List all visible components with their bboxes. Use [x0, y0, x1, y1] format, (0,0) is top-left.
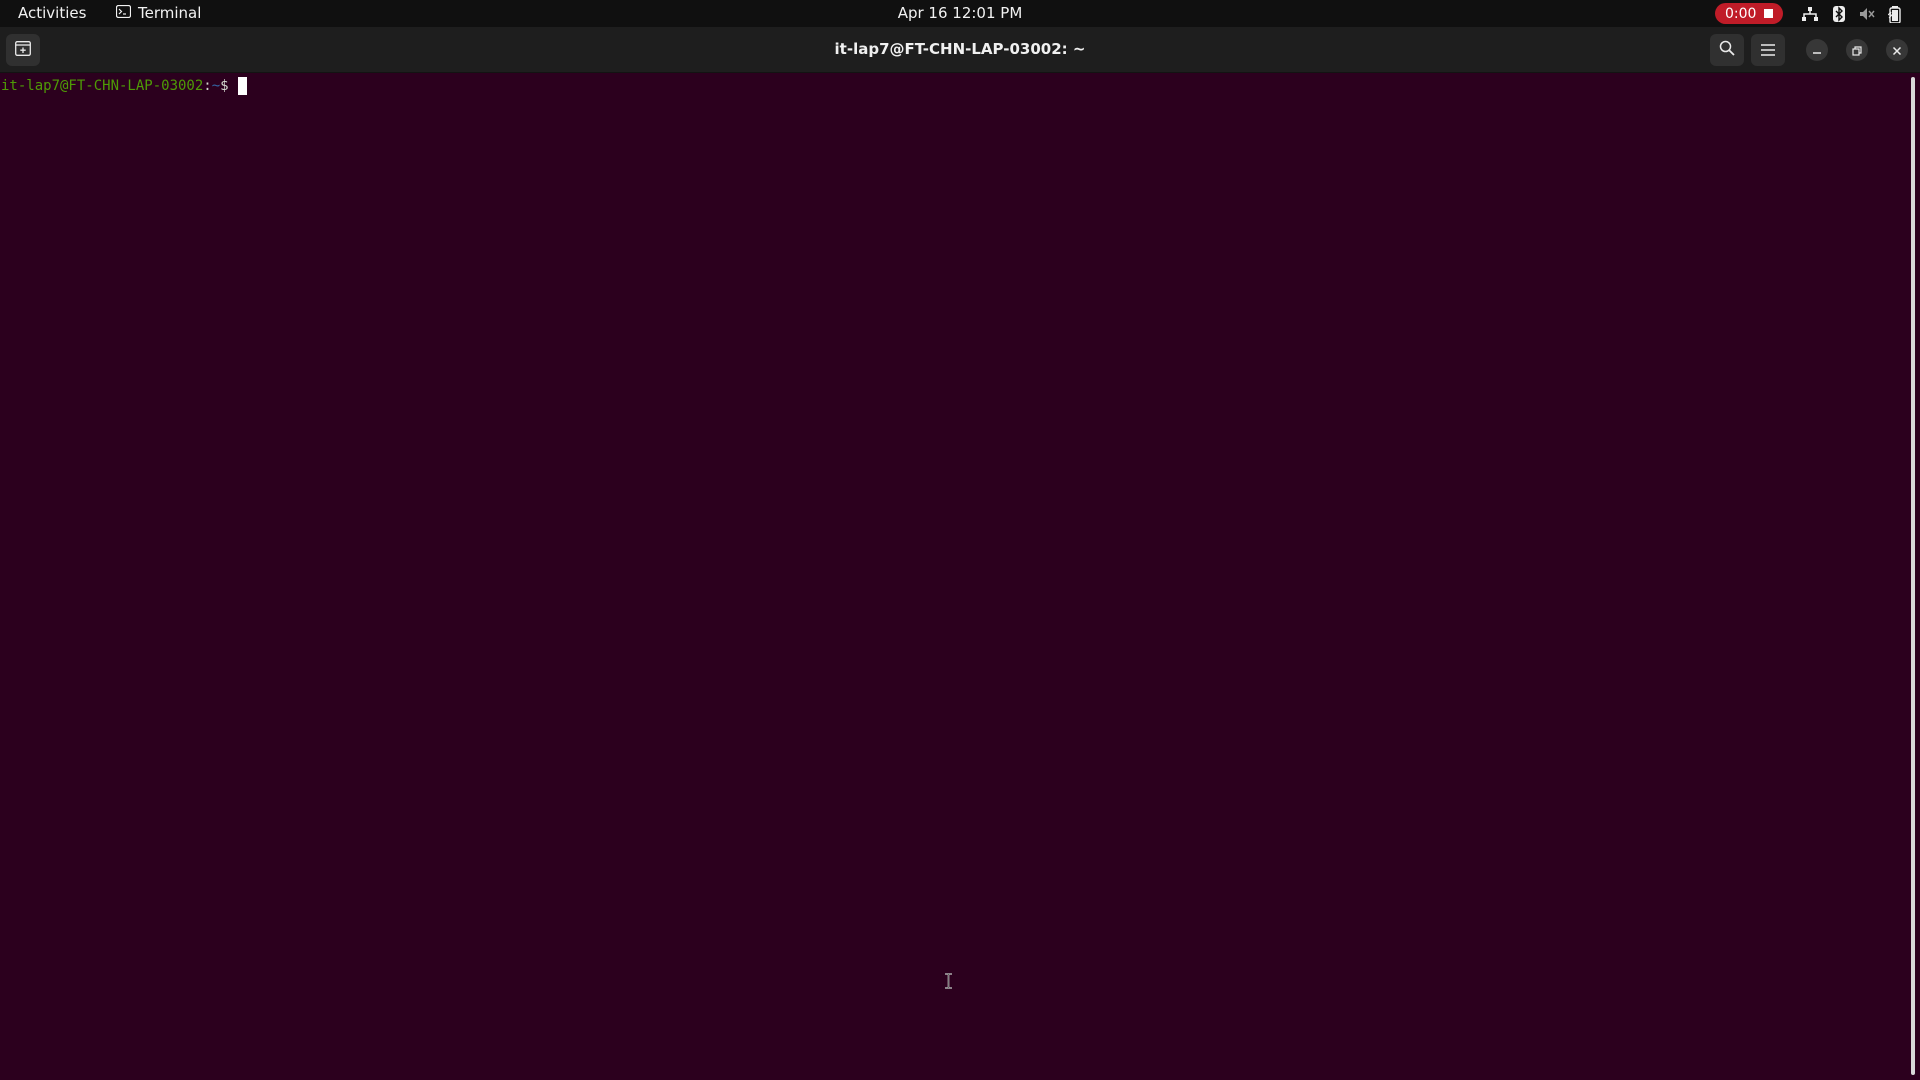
search-button[interactable]	[1710, 34, 1744, 66]
stop-recording-icon	[1764, 9, 1774, 18]
prompt-colon: :	[203, 78, 212, 94]
ibeam-pointer-icon	[944, 973, 953, 993]
hamburger-menu-icon	[1761, 41, 1775, 60]
activities-button[interactable]: Activities	[18, 4, 86, 22]
close-button[interactable]	[1886, 39, 1908, 61]
shell-prompt: it-lap7@FT-CHN-LAP-03002: ~ $	[1, 77, 247, 95]
network-icon[interactable]	[1800, 4, 1820, 24]
bluetooth-icon[interactable]	[1829, 4, 1849, 24]
new-tab-icon	[15, 40, 31, 60]
recording-time: 0:00	[1725, 5, 1757, 22]
terminal-headerbar: it-lap7@FT-CHN-LAP-03002: ~	[0, 27, 1920, 73]
volume-muted-icon[interactable]	[1857, 4, 1877, 24]
search-icon	[1719, 40, 1735, 60]
prompt-user-host: it-lap7@FT-CHN-LAP-03002	[1, 78, 204, 94]
restore-button[interactable]	[1846, 39, 1868, 61]
terminal-view[interactable]: it-lap7@FT-CHN-LAP-03002: ~ $	[0, 73, 1920, 1080]
minimize-button[interactable]	[1806, 39, 1828, 61]
terminal-scrollbar[interactable]	[1911, 77, 1915, 1075]
app-menu[interactable]: Terminal	[115, 4, 202, 22]
main-menu-button[interactable]	[1751, 34, 1785, 66]
text-cursor	[237, 77, 247, 95]
prompt-path: ~	[211, 78, 221, 94]
window-title: it-lap7@FT-CHN-LAP-03002: ~	[834, 40, 1086, 58]
app-menu-label: Terminal	[138, 4, 202, 22]
minimize-icon	[1812, 41, 1822, 60]
battery-icon[interactable]	[1885, 4, 1905, 24]
screen-recording-indicator[interactable]: 0:00	[1715, 3, 1783, 24]
new-tab-button[interactable]	[6, 34, 40, 66]
close-icon	[1892, 41, 1902, 60]
top-bar: Activities Terminal Apr 16 12:01 PM 0:00	[0, 0, 1920, 27]
terminal-app-icon	[115, 4, 132, 22]
clock[interactable]: Apr 16 12:01 PM	[898, 4, 1023, 22]
restore-icon	[1852, 41, 1862, 60]
prompt-symbol: $	[220, 78, 229, 94]
